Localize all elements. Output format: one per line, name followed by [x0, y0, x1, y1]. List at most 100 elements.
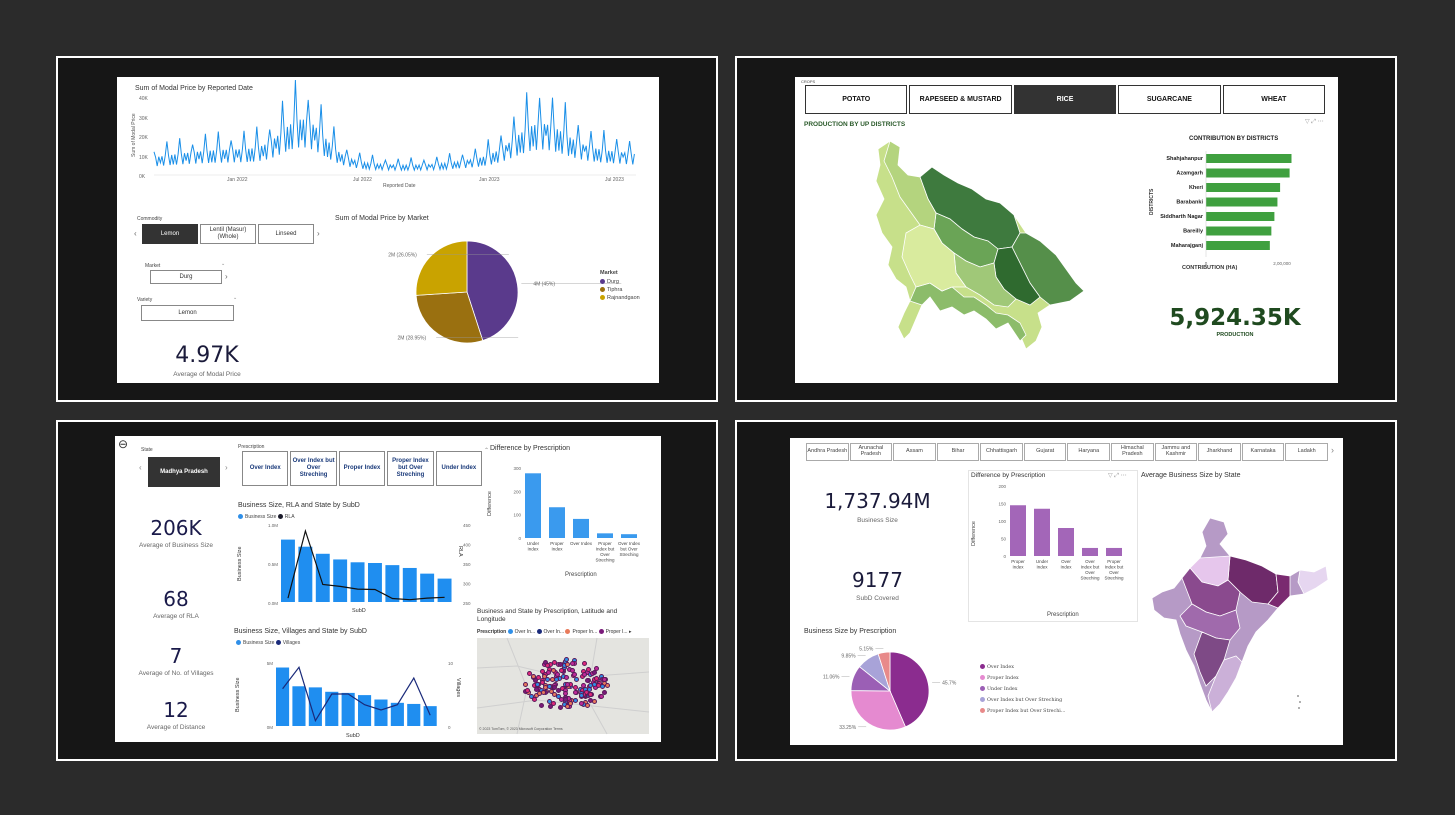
pie-data-label: 45.7%: [942, 680, 957, 686]
filter-icon[interactable]: ▽ ⤢ ⋯: [1305, 118, 1324, 126]
prescription-option[interactable]: Proper Index: [338, 451, 386, 486]
prescription-option[interactable]: Under Index: [435, 451, 483, 486]
category-label: Index: [1012, 565, 1024, 570]
crop-dashboard: CROPS POTATO RAPESEED & MUSTARD RICE SUGARC…: [795, 77, 1338, 383]
prescription-option[interactable]: Over Index: [242, 451, 289, 486]
category-label: Streching: [1080, 576, 1100, 581]
subd-covered-value: 9177: [852, 568, 903, 592]
legend-item: Over In...: [543, 629, 566, 635]
map-point[interactable]: [570, 667, 576, 673]
chevron-left-icon[interactable]: ‹: [134, 229, 137, 238]
panel-india-business: Andhra Pradesh Arunachal Pradesh Assam Biha…: [735, 420, 1397, 761]
category-label: Index but: [1105, 565, 1124, 570]
crop-tab-wheat[interactable]: WHEAT: [1222, 85, 1326, 114]
map-point[interactable]: [598, 694, 604, 699]
crop-tab-rapeseed-mustard[interactable]: RAPESEED & MUSTARD: [909, 85, 1012, 114]
commodity-linseed[interactable]: Linseed: [258, 224, 314, 244]
state-option[interactable]: Karnataka: [1241, 443, 1285, 461]
map-point[interactable]: [604, 682, 610, 688]
filter-icon[interactable]: ▽ ⤢ ⋯: [1108, 472, 1127, 480]
state-option[interactable]: Haryana: [1067, 443, 1111, 461]
map-point[interactable]: [569, 660, 575, 666]
map-point[interactable]: [586, 666, 592, 672]
map-point[interactable]: [532, 696, 538, 702]
map-point[interactable]: [592, 670, 597, 675]
commodity-lentil[interactable]: Lentil (Masur)(Whole): [200, 224, 256, 244]
prescription-option[interactable]: Over Index but Over Streching: [290, 451, 337, 486]
y-tick-label: 150: [998, 502, 1006, 507]
y-tick-label: 200: [513, 489, 521, 494]
mp-map[interactable]: © 2023 TomTom, © 2023 Microsoft Corporat…: [476, 637, 650, 735]
commodity-dashboard: Sum of Modal Price by Reported Date Sum …: [117, 77, 659, 383]
commodity-lemon[interactable]: Lemon: [142, 224, 198, 244]
kpi-label: Average of RLA: [153, 613, 199, 620]
map-point[interactable]: [601, 677, 607, 683]
map-point[interactable]: [555, 693, 561, 699]
map-point[interactable]: [530, 673, 536, 679]
map-point[interactable]: [581, 661, 587, 667]
map-point[interactable]: [593, 675, 599, 681]
legend-swatch: [980, 686, 985, 691]
kpi-value: 206K: [150, 516, 202, 540]
state-option[interactable]: Chhattisgarh: [980, 443, 1023, 461]
map-point[interactable]: [567, 701, 573, 707]
map-point[interactable]: [587, 692, 593, 698]
map-point[interactable]: [573, 697, 579, 703]
chevron-down-icon[interactable]: ⌄: [221, 261, 225, 267]
chevron-right-icon[interactable]: ›: [317, 229, 320, 238]
y2-tick-label: 300: [463, 582, 471, 587]
combo2-title: Business Size, Villages and State by Sub…: [234, 628, 367, 635]
map-point[interactable]: [542, 673, 548, 679]
avg-modal-price-value: 4.97K: [175, 343, 239, 368]
legend-swatch: [600, 295, 605, 301]
chevron-up-icon[interactable]: ⌃: [484, 447, 489, 454]
back-arrow-icon[interactable]: ⊖: [118, 437, 128, 451]
legend-item: Durg: [600, 279, 640, 285]
chevron-right-icon[interactable]: ›: [1331, 445, 1334, 455]
avg-modal-price-label: Average of Modal Price: [173, 371, 241, 378]
crop-tab-sugarcane[interactable]: SUGARCANE: [1118, 85, 1221, 114]
map-point[interactable]: [533, 686, 539, 692]
map-point[interactable]: [564, 681, 570, 687]
state-option[interactable]: Jammu and Kashmir: [1154, 443, 1198, 461]
commodity-label: Commodity: [137, 216, 163, 222]
chevron-right-icon[interactable]: ›: [225, 463, 228, 472]
state-label: State: [141, 447, 153, 453]
crop-tab-rice[interactable]: RICE: [1013, 85, 1117, 114]
map-point[interactable]: [573, 689, 578, 695]
bar-chart-xlabel: CONTRIBUTION (HA): [1182, 265, 1238, 271]
chevron-right-icon[interactable]: ›: [225, 272, 228, 281]
map-point[interactable]: [581, 672, 587, 678]
state-option[interactable]: Assam: [893, 443, 936, 461]
difference-bar: [1010, 505, 1026, 556]
state-option[interactable]: Andhra Pradesh: [806, 443, 849, 461]
map-point[interactable]: [578, 701, 584, 706]
state-option[interactable]: Bihar: [936, 443, 980, 461]
map-point[interactable]: [563, 696, 568, 702]
market-dropdown[interactable]: Durg: [150, 270, 222, 284]
map-point[interactable]: [585, 677, 590, 683]
state-option[interactable]: Jharkhand: [1198, 443, 1241, 461]
map-point[interactable]: [588, 697, 593, 703]
state-option[interactable]: Himachal Pradesh: [1111, 443, 1154, 461]
state-slicer[interactable]: Madhya Pradesh: [148, 457, 220, 487]
map-point[interactable]: [559, 667, 565, 673]
map-point[interactable]: [542, 684, 548, 690]
map-point[interactable]: [564, 662, 570, 668]
y-tick-label: 0: [1003, 554, 1006, 559]
variety-dropdown[interactable]: Lemon: [141, 305, 234, 321]
diff-chart-title: Difference by Prescription: [490, 445, 571, 452]
state-option[interactable]: Ladakh: [1285, 443, 1328, 461]
map-title: PRODUCTION BY UP DISTRICTS: [804, 121, 906, 128]
difference-bar: [549, 507, 565, 538]
map-point[interactable]: [563, 675, 569, 681]
map-point[interactable]: [554, 676, 560, 682]
state-option[interactable]: Gujarat: [1023, 443, 1067, 461]
state-option[interactable]: Arunachal Pradesh: [849, 443, 893, 461]
prescription-option[interactable]: Proper Index but Over Streching: [387, 451, 434, 486]
crop-tab-potato[interactable]: POTATO: [805, 85, 908, 114]
chevron-left-icon[interactable]: ‹: [139, 463, 142, 472]
map-point[interactable]: [547, 703, 553, 709]
map-point[interactable]: [525, 687, 531, 693]
chevron-down-icon[interactable]: ⌄: [233, 295, 237, 301]
